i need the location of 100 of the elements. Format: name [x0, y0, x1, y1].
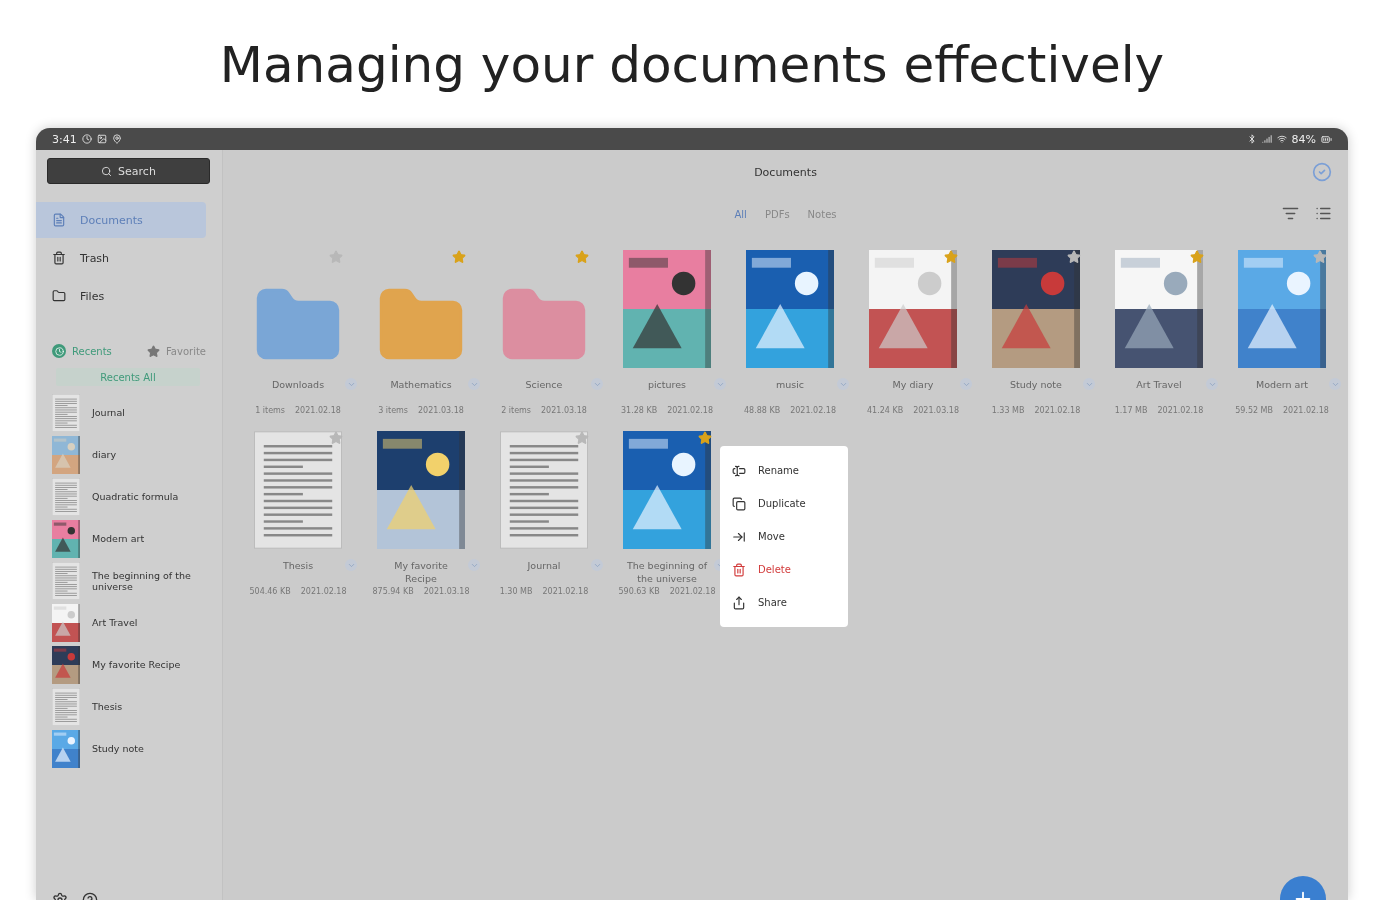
battery-icon [1321, 133, 1332, 145]
item-size: 1 items [255, 406, 286, 415]
recent-item[interactable]: Study note [36, 728, 222, 770]
item-date: 2021.03.18 [418, 406, 464, 415]
document-page-drawing [52, 562, 80, 600]
duplicate-icon [732, 496, 746, 511]
chevron-icon[interactable] [591, 378, 603, 390]
item-name: Downloads [270, 378, 326, 392]
item-date: 2021.02.18 [295, 406, 341, 415]
location-icon [111, 134, 122, 144]
item-date: 2021.02.18 [669, 587, 716, 596]
chevron-icon[interactable] [345, 559, 357, 571]
menu-item[interactable]: Delete [720, 553, 848, 586]
item-name: Science [524, 378, 564, 392]
star-icon[interactable] [1190, 250, 1204, 264]
item-name: Journal [526, 559, 562, 573]
recent-item[interactable]: Quadratic formula [36, 476, 222, 518]
nav-item[interactable]: Trash [36, 240, 206, 276]
move-icon [732, 529, 746, 544]
item-date: 2021.03.18 [423, 587, 470, 596]
item-date: 2021.02.18 [1283, 406, 1329, 415]
star-icon[interactable] [452, 250, 466, 264]
select-icon[interactable] [1312, 162, 1332, 182]
item-size: 48.88 KB [744, 406, 781, 415]
recent-item[interactable]: Modern art [36, 518, 222, 560]
item-name: My diary [891, 378, 935, 392]
item-name: music [774, 378, 806, 392]
star-icon[interactable] [698, 431, 712, 445]
item-date: 2021.02.18 [667, 406, 713, 415]
item-date: 2021.02.18 [1157, 406, 1204, 415]
chevron-icon[interactable] [1083, 378, 1095, 390]
trash-icon [52, 251, 66, 265]
item-date: 2021.02.18 [300, 587, 347, 596]
menu-item[interactable]: Duplicate [720, 487, 848, 520]
item-name: Modern art [1254, 378, 1310, 392]
item-size: 2 items [501, 406, 532, 415]
star-icon [147, 344, 161, 358]
menu-item[interactable]: Rename [720, 454, 848, 487]
item-name: Mathematics [389, 378, 453, 392]
star-icon[interactable] [329, 431, 343, 445]
item-date: 2021.03.18 [541, 406, 587, 415]
star-icon[interactable] [575, 431, 589, 445]
page-title: Documents [754, 165, 817, 179]
item-name: The beginning of the universe [625, 559, 709, 586]
list-view-icon[interactable] [1315, 205, 1332, 222]
rename-icon [732, 463, 746, 478]
clock-icon [52, 344, 66, 358]
chevron-icon[interactable] [468, 559, 480, 571]
item-size: 3 items [378, 406, 409, 415]
headline: Managing your documents effectively [219, 36, 1165, 94]
image-icon [96, 134, 107, 144]
item-size: 504.46 KB [249, 587, 291, 596]
chevron-icon[interactable] [714, 378, 726, 390]
item-name: Thesis [281, 559, 315, 573]
item-size: 59.52 MB [1235, 406, 1273, 415]
star-icon[interactable] [1313, 250, 1327, 264]
chevron-icon[interactable] [591, 559, 603, 571]
battery-level: 84% [1291, 132, 1316, 146]
item-size: 1.30 MB [499, 587, 533, 596]
chevron-icon[interactable] [837, 378, 849, 390]
item-name: Art Travel [1135, 378, 1183, 392]
nav-item[interactable]: Files [36, 278, 206, 314]
recent-item[interactable]: Journal [36, 392, 222, 434]
search-button[interactable]: Search [47, 158, 210, 184]
item-size: 1.17 MB [1114, 406, 1148, 415]
search-icon [101, 165, 113, 177]
chevron-icon[interactable] [345, 378, 357, 390]
sort-icon[interactable] [1282, 205, 1299, 222]
recent-item[interactable]: Thesis [36, 686, 222, 728]
recent-item[interactable]: Art Travel [36, 602, 222, 644]
document-page-drawing [52, 478, 80, 516]
clock-icon [81, 134, 92, 144]
document-icon [52, 213, 66, 227]
recent-item[interactable]: diary [36, 434, 222, 476]
item-name: Study note [1009, 378, 1063, 392]
document-page-drawing [52, 688, 80, 726]
item-size: 590.63 KB [618, 587, 660, 596]
chevron-icon[interactable] [1329, 378, 1341, 390]
star-icon[interactable] [1067, 250, 1081, 264]
recent-item[interactable]: The beginning of the universe [36, 560, 222, 602]
signal-icon [1261, 134, 1272, 144]
item-size: 31.28 KB [621, 406, 658, 415]
recent-item[interactable]: My favorite Recipe [36, 644, 222, 686]
wifi-icon [1276, 134, 1287, 144]
chevron-icon[interactable] [468, 378, 480, 390]
item-date: 2021.02.18 [542, 587, 589, 596]
chevron-icon[interactable] [960, 378, 972, 390]
star-icon[interactable] [944, 250, 958, 264]
item-date: 2021.02.18 [1034, 406, 1081, 415]
share-icon [732, 595, 746, 610]
item-name: pictures [646, 378, 688, 392]
menu-item[interactable]: Share [720, 586, 848, 619]
chevron-icon[interactable] [1206, 378, 1218, 390]
trash-icon [732, 562, 746, 577]
item-size: 41.24 KB [867, 406, 904, 415]
menu-item[interactable]: Move [720, 520, 848, 553]
star-icon[interactable] [575, 250, 589, 264]
item-size: 875.94 KB [372, 587, 414, 596]
item-name: My favorite Recipe [393, 559, 449, 586]
bluetooth-icon [1246, 134, 1257, 144]
